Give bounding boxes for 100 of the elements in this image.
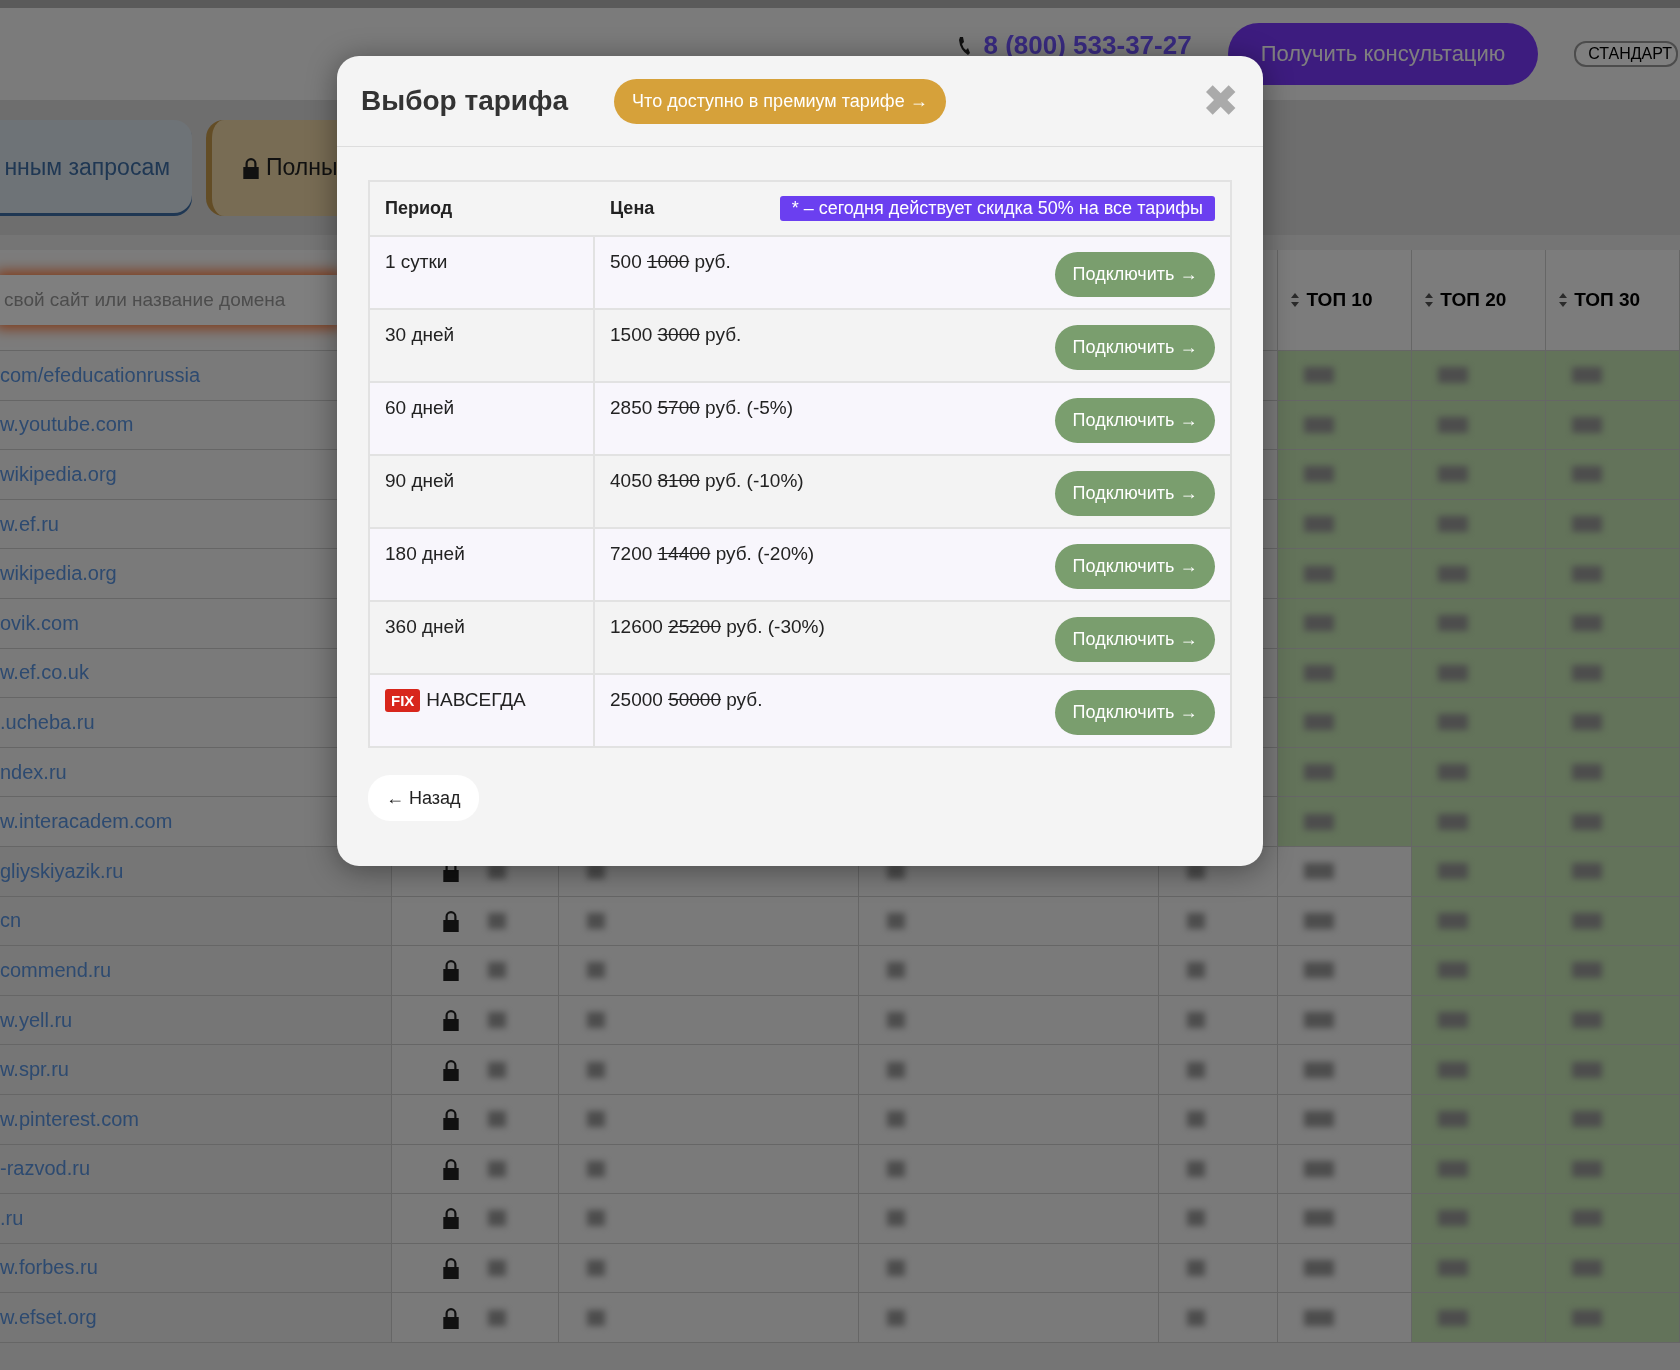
blurred-value: [1186, 1061, 1205, 1078]
connect-button[interactable]: Подключить →: [1055, 544, 1215, 589]
domain-link[interactable]: ovik.com: [0, 611, 79, 635]
blurred-value: [487, 1012, 506, 1028]
domain-link[interactable]: w.forbes.ru: [0, 1256, 98, 1280]
consultation-button[interactable]: Получить консультацию: [1227, 23, 1539, 85]
sort-icon: [1558, 292, 1569, 308]
price-text: 1500 3000 руб.: [610, 324, 742, 346]
sort-icon: [1424, 292, 1435, 308]
blurred-value: [1186, 912, 1205, 929]
domain-link[interactable]: com/efeducationrussia: [0, 363, 201, 387]
blurred-value: [487, 1061, 506, 1078]
column-header[interactable]: ТОП 30: [1546, 289, 1641, 311]
domain-link[interactable]: -razvod.ru: [0, 1157, 91, 1181]
blurred-value: [886, 962, 905, 979]
blurred-value: [587, 1160, 606, 1177]
blurred-value: [487, 912, 506, 929]
blurred-value: [886, 1210, 905, 1227]
connect-button[interactable]: Подключить →: [1055, 471, 1215, 516]
blurred-value: [886, 1012, 905, 1028]
column-header[interactable]: ТОП 10: [1278, 289, 1373, 311]
sort-icon: [1290, 292, 1301, 308]
domain-link[interactable]: w.spr.ru: [0, 1058, 69, 1082]
domain-link[interactable]: gliyskiyazik.ru: [0, 859, 124, 883]
dialog-title: Выбор тарифа: [361, 85, 569, 117]
price-text: 500 1000 руб.: [610, 251, 731, 273]
lock-icon: [441, 1257, 460, 1279]
connect-button[interactable]: Подключить →: [1055, 690, 1215, 735]
domain-link[interactable]: w.interacadem.com: [0, 810, 173, 834]
premium-link-button[interactable]: Что доступно в премиум тарифе →: [614, 78, 946, 124]
blurred-value: [487, 1260, 506, 1276]
column-header: Цена: [610, 198, 655, 219]
blurred-value: [886, 1111, 905, 1128]
domain-link[interactable]: w.ef.ru: [0, 512, 59, 536]
blurred-value: [587, 1111, 606, 1128]
fix-badge: FIX: [385, 689, 421, 712]
tab[interactable]: нным запросам: [0, 119, 192, 216]
blurred-value: [886, 1160, 905, 1177]
blurred-value: [487, 1210, 506, 1227]
blurred-value: [1186, 962, 1205, 979]
blurred-value: [487, 1160, 506, 1177]
lock-icon: [441, 1157, 460, 1180]
blurred-value: [1186, 1160, 1205, 1177]
blurred-value: [587, 1012, 606, 1028]
domain-link[interactable]: w.ef.co.uk: [0, 661, 89, 685]
blurred-value: [886, 1260, 905, 1276]
blurred-value: [587, 1260, 606, 1276]
blurred-value: [1186, 1260, 1205, 1276]
period-text: 1 сутки: [385, 251, 448, 273]
price-text: 25000 50000 руб.: [610, 689, 763, 711]
price-text: 2850 5700 руб. (-5%): [610, 397, 794, 419]
domain-link[interactable]: wikipedia.org: [0, 562, 117, 586]
blurred-value: [587, 912, 606, 929]
domain-link[interactable]: w.pinterest.com: [0, 1107, 139, 1131]
blurred-value: [886, 1061, 905, 1078]
domain-link[interactable]: .ru: [0, 1206, 24, 1230]
domain-link[interactable]: .ucheba.ru: [0, 710, 95, 734]
price-text: 4050 8100 руб. (-10%): [610, 470, 804, 492]
blurred-value: [886, 912, 905, 929]
period-text: 360 дней: [385, 616, 465, 638]
domain-link[interactable]: w.yell.ru: [0, 1008, 73, 1032]
domain-link[interactable]: w.efset.org: [0, 1306, 97, 1330]
lock-icon: [441, 909, 460, 932]
domain-link[interactable]: cn: [0, 909, 22, 933]
blurred-value: [1186, 1111, 1205, 1128]
domain-link[interactable]: wikipedia.org: [0, 463, 117, 486]
lock-icon: [441, 1009, 460, 1031]
blurred-value: [587, 1309, 606, 1326]
connect-button[interactable]: Подключить →: [1055, 398, 1215, 443]
period-text: 60 дней: [385, 397, 455, 419]
lock-icon: [441, 1207, 460, 1230]
lock-icon: [441, 959, 460, 982]
connect-button[interactable]: Подключить →: [1055, 252, 1215, 297]
lock-icon: [441, 1108, 460, 1131]
blurred-value: [587, 962, 606, 979]
column-header[interactable]: ТОП 20: [1412, 289, 1507, 311]
domain-link[interactable]: w.youtube.com: [0, 413, 134, 437]
blurred-value: [487, 1309, 506, 1326]
plan-badge: СТАНДАРТ: [1574, 41, 1678, 67]
blurred-value: [487, 962, 506, 979]
back-button[interactable]: ← Назад: [368, 775, 479, 821]
connect-button[interactable]: Подключить →: [1055, 617, 1215, 662]
discount-note: * – сегодня действует скидка 50% на все тарифы: [779, 196, 1215, 221]
phone-icon: [958, 36, 970, 55]
blurred-value: [1186, 1012, 1205, 1028]
blurred-value: [1186, 1309, 1205, 1326]
price-text: 12600 25200 руб. (-30%): [610, 616, 825, 638]
domain-link[interactable]: commend.ru: [0, 958, 112, 982]
connect-button[interactable]: Подключить →: [1055, 325, 1215, 370]
domain-link[interactable]: ndex.ru: [0, 760, 67, 784]
period-text: 180 дней: [385, 543, 465, 565]
period-text: 90 дней: [385, 470, 455, 492]
period-text: 30 дней: [385, 324, 455, 346]
blurred-value: [1186, 1210, 1205, 1227]
lock-icon: [242, 156, 260, 179]
period-text: НАВСЕГДА: [426, 689, 526, 711]
blurred-value: [886, 1309, 905, 1326]
blurred-value: [487, 1111, 506, 1128]
price-text: 7200 14400 руб. (-20%): [610, 543, 815, 565]
blurred-value: [587, 1210, 606, 1227]
